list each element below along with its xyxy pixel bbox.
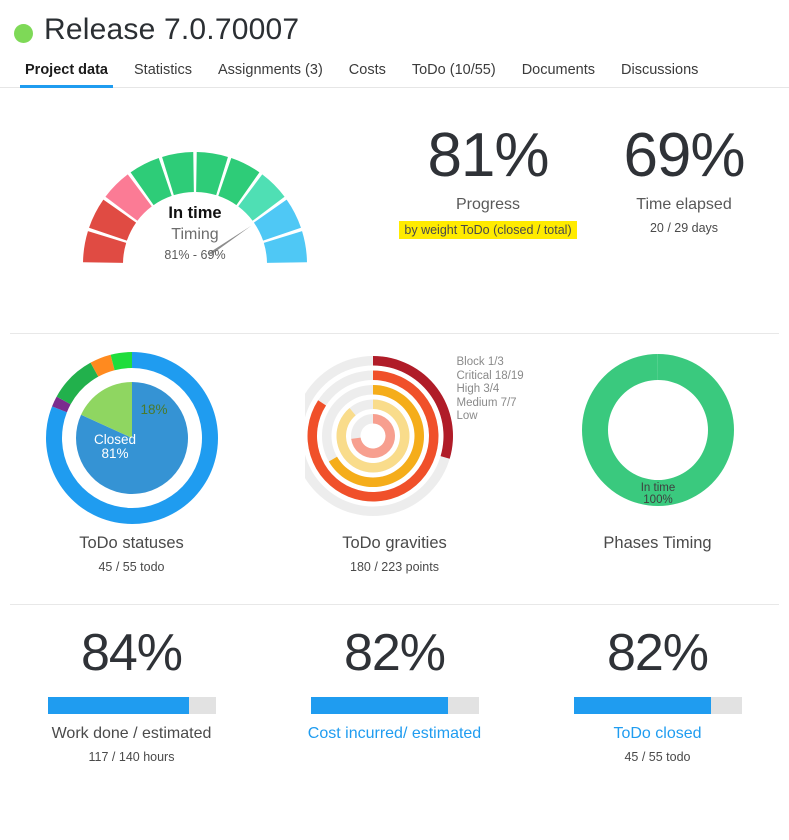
progress-cost-incurred: 82% Cost incurred/ estimated [263,623,526,750]
timing-gauge: In time Timing 81% - 69% [0,106,390,296]
todo-gravities-graphic: Block 1/3 Critical 18/19 High 3/4 Medium 7/… [304,348,524,528]
todo-closed-sub: 45 / 55 todo [624,750,691,764]
gauge-widget: In time Timing 81% - 69% [35,106,355,296]
gauge-subtitle: Timing [171,226,219,243]
progress-todo-closed: 82% ToDo closed 45 / 55 todo [526,623,789,764]
todo-statuses-svg: Closed81% 18% [45,352,218,524]
kpi-progress-label: Progress [455,196,521,213]
todo-closed-label[interactable]: ToDo closed [613,725,701,743]
tab-statistics[interactable]: Statistics [121,58,205,87]
gravity-legend-item: High 3/4 [456,383,500,396]
kpi-progress-value: 81% [427,121,549,190]
page-title: Release 7.0.70007 [44,13,300,46]
progress-work-done: 84% Work done / estimated 117 / 140 hour… [0,623,263,764]
work-done-track [47,697,216,714]
todo-gravities-title: ToDo gravities [342,534,447,552]
work-done-value: 84% [80,624,183,682]
todo-statuses-title: ToDo statuses [79,534,184,552]
kpi-time-elapsed-label: Time elapsed [636,196,732,213]
cost-incurred-label[interactable]: Cost incurred/ estimated [308,725,481,743]
gauge-center-text: In time Timing 81% - 69% [35,204,355,262]
cost-incurred-fill [310,697,449,714]
gravity-legend-item: Medium 7/7 [456,396,517,409]
tab-assignments[interactable]: Assignments (3) [205,58,336,87]
page-header: Release 7.0.70007 [0,0,789,50]
phases-timing-svg: In time100% [581,354,734,506]
work-done-label: Work done / estimated [51,725,212,742]
gauge-range: 81% - 69% [164,248,226,262]
kpi-time-elapsed: 69% Time elapsed 20 / 29 days [586,106,782,235]
progress-row: 84% Work done / estimated 117 / 140 hour… [0,605,789,795]
phases-timing-title: Phases Timing [603,534,712,552]
svg-text:100%: 100% [643,494,672,506]
gauge-svg [83,152,307,263]
summary-row: In time Timing 81% - 69% 81% Progress by… [0,88,789,333]
tab-discussions[interactable]: Discussions [608,58,711,87]
phases-timing-chart: In time 100% Phases Timing [526,348,789,560]
work-done-sub: 117 / 140 hours [88,750,175,764]
gauge-status: In time [168,204,222,222]
todo-gravities-subtitle: 180 / 223 points [350,560,439,574]
tab-project-data[interactable]: Project data [12,58,121,88]
kpi-time-elapsed-value: 69% [623,121,745,190]
todo-statuses-subtitle: 45 / 55 todo [98,560,165,574]
gravities-legend: Block 1/3 Critical 18/19 High 3/4 Medium 7/… [457,356,524,424]
kpi-time-elapsed-sub: 20 / 29 days [649,221,719,235]
todo-closed-track [573,697,742,714]
gravity-legend-item: Critical 18/19 [456,369,524,382]
svg-text:18%: 18% [140,402,167,417]
charts-row: Closed 81% 18% ToDo statuses 45 / 55 todo … [0,334,789,604]
todo-closed-fill [573,697,712,714]
kpi-progress-sub: by weight ToDo (closed / total) [399,221,577,239]
todo-gravities-chart: Block 1/3 Critical 18/19 High 3/4 Medium 7/… [263,348,526,574]
status-dot-icon [14,23,33,43]
gravity-legend-item: Low [456,410,478,423]
todo-statuses-chart: Closed 81% 18% ToDo statuses 45 / 55 todo [0,348,263,574]
svg-text:81%: 81% [101,446,128,461]
cost-incurred-track [310,697,479,714]
kpi-progress: 81% Progress by weight ToDo (closed / to… [390,106,586,239]
gravity-legend-item: Block 1/3 [456,356,504,368]
tab-bar: Project data Statistics Assignments (3) … [0,58,789,88]
work-done-fill [47,697,189,714]
phases-timing-graphic: In time 100% [568,348,748,528]
svg-text:Closed: Closed [93,432,135,447]
cost-incurred-value: 82% [343,624,446,682]
todo-statuses-graphic: Closed 81% 18% [42,348,222,528]
tab-costs[interactable]: Costs [336,58,399,87]
tab-documents[interactable]: Documents [509,58,608,87]
svg-text:In time: In time [640,482,675,494]
todo-closed-value: 82% [606,624,709,682]
tab-todo[interactable]: ToDo (10/55) [399,58,509,87]
